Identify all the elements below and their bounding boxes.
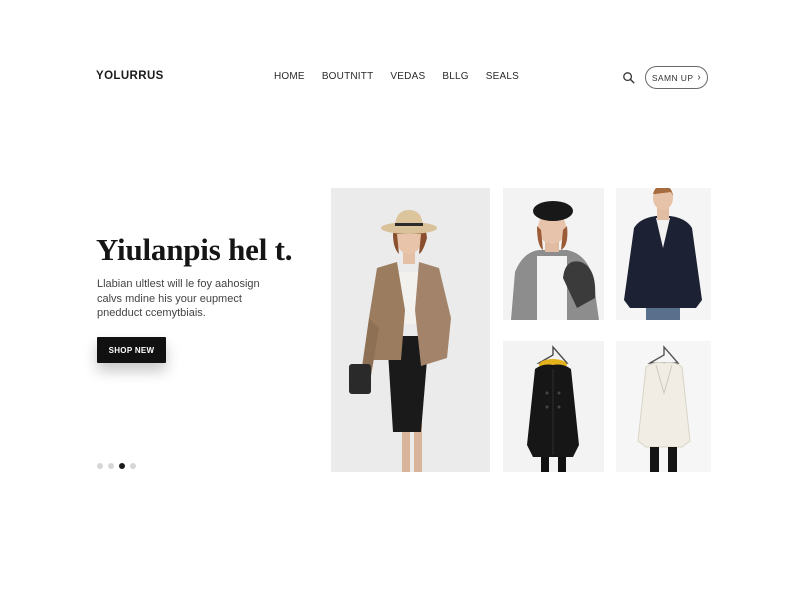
product-tile-black-coat[interactable]	[503, 341, 604, 472]
product-tile-cream-jacket[interactable]	[616, 341, 711, 472]
hero-description: Llabian ultlest will le foy aahosign cal…	[97, 277, 297, 321]
product-tile-beret-cardigan[interactable]	[503, 188, 604, 320]
nav-item-home[interactable]: HOME	[274, 71, 305, 82]
nav-item-boutique[interactable]: BOUTNITT	[322, 71, 374, 82]
product-tile-navy-blazer[interactable]	[616, 188, 711, 320]
signup-button[interactable]: SAMN UP ›	[645, 66, 708, 89]
site-header: YOLURRUS HOME BOUTNITT VEDAS BLLG SEALS …	[0, 0, 800, 140]
hero-description-line: Llabian ultlest will le foy aahosign	[97, 278, 260, 290]
brand-logo[interactable]: YOLURRUS	[96, 70, 164, 82]
coat-photo-icon	[616, 341, 711, 472]
carousel-dot[interactable]	[130, 463, 136, 469]
fashion-photo-icon	[503, 188, 604, 320]
carousel-dots	[97, 463, 136, 469]
shop-now-button[interactable]: SHOP NEW	[97, 337, 166, 363]
hero-description-line: pnedduct ccemytbiais.	[97, 307, 206, 319]
carousel-dot[interactable]	[97, 463, 103, 469]
chevron-right-icon: ›	[697, 71, 702, 83]
search-icon[interactable]	[622, 71, 636, 85]
product-tile-hat-blazer[interactable]	[331, 188, 490, 472]
coat-photo-icon	[503, 341, 604, 472]
hero-description-line: calvs mdine his your eupmect	[97, 292, 242, 305]
signup-label: SAMN UP	[651, 72, 694, 83]
nav-item-blog[interactable]: BLLG	[442, 71, 468, 82]
main-nav: HOME BOUTNITT VEDAS BLLG SEALS	[274, 71, 536, 82]
hero-title: Yiulanpis hel t.	[96, 232, 293, 267]
carousel-dot-active[interactable]	[119, 463, 125, 469]
nav-item-vedas[interactable]: VEDAS	[390, 71, 425, 82]
carousel-dot[interactable]	[108, 463, 114, 469]
fashion-photo-icon	[616, 188, 711, 320]
nav-item-seals[interactable]: SEALS	[486, 71, 519, 82]
fashion-photo-icon	[331, 188, 490, 472]
